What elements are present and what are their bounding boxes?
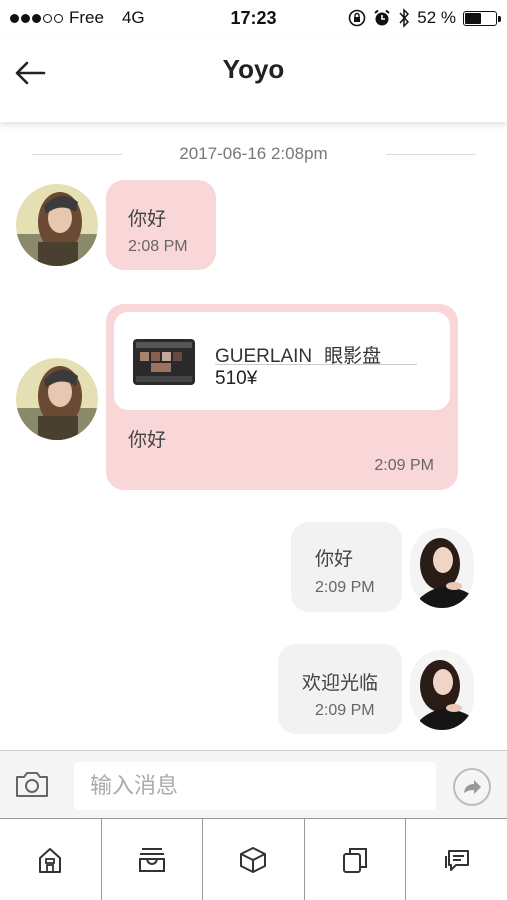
battery-icon: [463, 10, 501, 26]
message-time: 2:08 PM: [128, 238, 188, 255]
package-icon: [240, 846, 267, 873]
user-avatar[interactable]: [410, 528, 474, 608]
orientation-lock-icon: [348, 9, 366, 27]
send-arrow-icon: [464, 780, 481, 794]
divider: [215, 364, 417, 365]
message-bubble-incoming[interactable]: GUERLAIN 眼影盘 510¥ 你好 2:09 PM: [106, 304, 458, 490]
chat-icon: [444, 849, 469, 871]
product-card[interactable]: GUERLAIN 眼影盘 510¥: [114, 312, 450, 410]
alarm-icon: [374, 9, 390, 26]
status-left: Free 4G: [10, 8, 145, 28]
tab-inbox[interactable]: [102, 819, 204, 900]
status-right: 52 %: [348, 8, 501, 28]
tab-package[interactable]: [203, 819, 305, 900]
user-avatar-image: [410, 528, 474, 608]
product-price: 510¥: [215, 368, 258, 389]
signal-strength-icon: [10, 13, 63, 23]
network-label: 4G: [121, 8, 145, 27]
tab-messages[interactable]: [406, 819, 507, 900]
message-composer: [0, 750, 507, 818]
copy-icon: [343, 847, 368, 873]
contact-avatar[interactable]: [16, 358, 98, 440]
message-text: 你好: [128, 430, 167, 451]
contact-avatar-image: [16, 184, 98, 266]
message-time: 2:09 PM: [374, 457, 434, 474]
message-input[interactable]: [74, 762, 436, 810]
status-bar: Free 4G 17:23 52 %: [0, 0, 507, 36]
message-bubble-outgoing[interactable]: 你好 2:09 PM: [291, 522, 402, 612]
message-text: 你好: [315, 549, 354, 570]
contact-avatar[interactable]: [16, 184, 98, 266]
message-bubble-incoming[interactable]: 你好 2:08 PM: [106, 180, 216, 270]
carrier-label: Free: [69, 8, 104, 27]
inbox-icon: [138, 847, 165, 872]
tab-copy[interactable]: [305, 819, 407, 900]
tab-home[interactable]: [0, 819, 102, 900]
tab-bar: [0, 818, 507, 900]
page-title: Yoyo: [222, 54, 285, 84]
nav-bar: Yoyo: [0, 36, 507, 122]
message-text: 你好: [128, 209, 167, 230]
contact-avatar-image: [16, 358, 98, 440]
battery-level: [465, 12, 481, 24]
home-icon: [39, 847, 62, 873]
send-button[interactable]: [453, 768, 491, 806]
message-time: 2:09 PM: [315, 579, 375, 596]
chat-area[interactable]: 2017-06-16 2:08pm 你好 2:08 PM GUERLAIN 眼影…: [0, 122, 507, 750]
message-text: 欢迎光临: [302, 673, 379, 694]
battery-percent: 52 %: [417, 8, 456, 27]
message-time: 2:09 PM: [315, 702, 375, 719]
bluetooth-icon: [399, 8, 410, 28]
chat-timestamp: 2017-06-16 2:08pm: [179, 144, 328, 163]
eyeshadow-palette-image: [133, 339, 195, 385]
camera-button[interactable]: [14, 769, 50, 804]
user-avatar-image: [410, 650, 474, 730]
user-avatar[interactable]: [410, 650, 474, 730]
camera-icon: [16, 772, 48, 797]
message-bubble-outgoing[interactable]: 欢迎光临 2:09 PM: [278, 644, 402, 734]
